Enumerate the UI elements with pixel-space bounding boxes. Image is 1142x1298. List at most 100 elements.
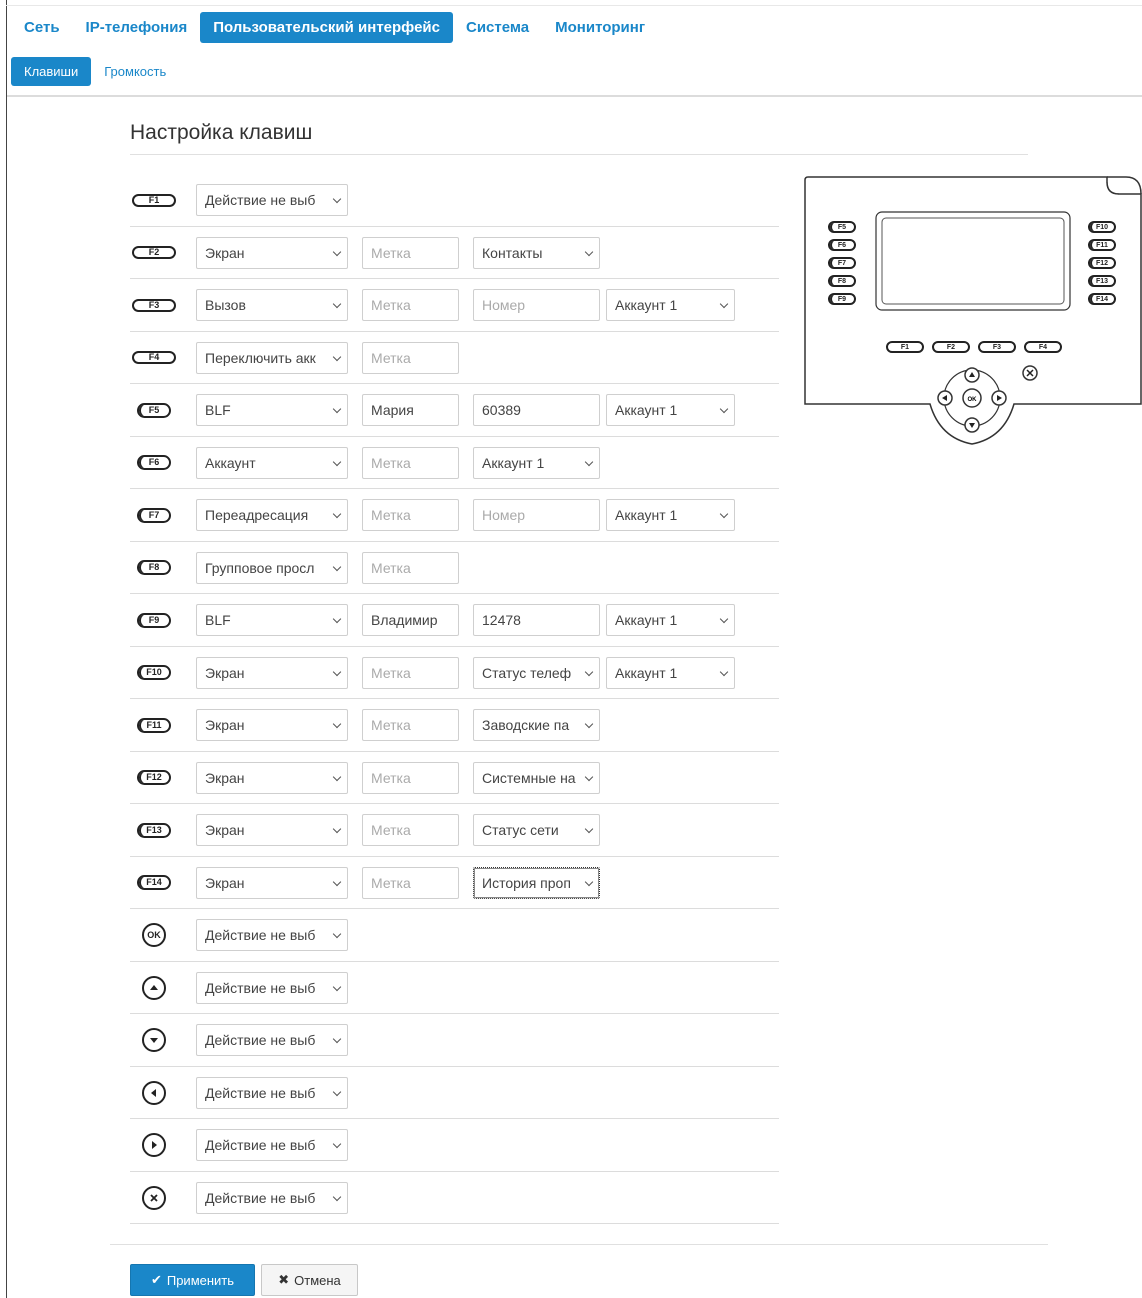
- label-input[interactable]: Метка: [362, 236, 459, 269]
- down-key-icon: [142, 1028, 166, 1052]
- apply-button[interactable]: ✔ Применить: [130, 1264, 255, 1296]
- action-select[interactable]: BLF: [196, 394, 348, 426]
- f2-key-icon: F2: [132, 246, 176, 259]
- key-row-right: Действие не выб: [130, 1119, 779, 1172]
- action-select[interactable]: Действие не выб: [196, 1024, 348, 1056]
- action-select[interactable]: Экран: [196, 866, 348, 899]
- action-select[interactable]: Аккаунт: [196, 446, 348, 479]
- label-input[interactable]: Метка: [362, 866, 459, 899]
- action-select[interactable]: BLF: [196, 604, 348, 636]
- key-row-up: Действие не выб: [130, 962, 779, 1014]
- f1-key-icon: F1: [132, 193, 176, 207]
- svg-text:OK: OK: [968, 397, 978, 403]
- f9-key-icon: F9: [137, 612, 171, 628]
- label-input[interactable]: Метка: [362, 499, 459, 531]
- key-row-f4: F4 Переключить акк Метка: [130, 332, 779, 384]
- action-select[interactable]: Вызов: [196, 289, 348, 321]
- parameter-select[interactable]: Статус сети: [473, 814, 600, 846]
- device-f12-icon: F12: [1088, 257, 1116, 269]
- tab-ip-telephony[interactable]: IP-телефония: [73, 12, 201, 43]
- key-row-f14: F14 Экран Метка История проп: [130, 857, 779, 909]
- parameter-select[interactable]: Системные на: [473, 761, 600, 794]
- device-f2-icon: F2: [932, 341, 970, 353]
- parameter-select[interactable]: Заводские па: [473, 709, 600, 741]
- account-select[interactable]: Аккаунт 1: [606, 499, 735, 531]
- subtab-keys[interactable]: Клавиши: [11, 57, 92, 86]
- parameter-select[interactable]: Аккаунт 1: [473, 446, 600, 479]
- phone-diagram: OK F5 F6 F7 F8 F9 F10 F11 F12 F13 F14 F1…: [804, 176, 1142, 446]
- action-select[interactable]: Действие не выб: [196, 1076, 348, 1109]
- number-input[interactable]: Номер: [473, 289, 600, 321]
- tab-user-interface[interactable]: Пользовательский интерфейс: [200, 12, 453, 43]
- device-f6-icon: F6: [828, 239, 856, 251]
- action-select[interactable]: Экран: [196, 761, 348, 794]
- action-select[interactable]: Действие не выб: [196, 184, 348, 216]
- label-input[interactable]: Метка: [362, 814, 459, 846]
- f7-key-icon: F7: [137, 507, 171, 523]
- action-select[interactable]: Действие не выб: [196, 1129, 348, 1161]
- cancel-button[interactable]: ✖ Отмена: [261, 1264, 358, 1296]
- key-row-f9: F9 BLF Владимир 12478 Аккаунт 1: [130, 594, 779, 647]
- device-bottom-keys: F1 F2 F3 F4: [886, 341, 1062, 353]
- number-input[interactable]: Номер: [473, 499, 600, 531]
- label-input[interactable]: Метка: [362, 656, 459, 689]
- f13-key-icon: F13: [137, 822, 171, 838]
- action-select[interactable]: Действие не выб: [196, 971, 348, 1004]
- tab-monitoring[interactable]: Мониторинг: [542, 12, 658, 43]
- key-row-f2: F2 Экран Метка Контакты: [130, 227, 779, 279]
- label-input[interactable]: Владимир: [362, 604, 459, 636]
- tab-network[interactable]: Сеть: [11, 12, 73, 43]
- account-select[interactable]: Аккаунт 1: [606, 656, 735, 689]
- device-f7-icon: F7: [828, 257, 856, 269]
- action-select[interactable]: Действие не выб: [196, 919, 348, 951]
- check-icon: ✔: [150, 1272, 162, 1287]
- key-row-f12: F12 Экран Метка Системные на: [130, 752, 779, 804]
- action-select[interactable]: Экран: [196, 656, 348, 689]
- label-input[interactable]: Метка: [362, 761, 459, 794]
- device-left-keys: F5 F6 F7 F8 F9: [828, 221, 856, 305]
- f12-key-icon: F12: [137, 770, 171, 785]
- key-row-f8: F8 Групповое просл Метка: [130, 542, 779, 594]
- key-row-ok: OK Действие не выб: [130, 909, 779, 962]
- apply-button-label: Применить: [166, 1272, 235, 1288]
- key-row-left: Действие не выб: [130, 1067, 779, 1119]
- action-select[interactable]: Переключить акк: [196, 341, 348, 374]
- account-select[interactable]: Аккаунт 1: [606, 394, 735, 426]
- cancel-button-label: Отмена: [294, 1272, 341, 1288]
- action-select[interactable]: Переадресация: [196, 499, 348, 531]
- page-title: Настройка клавиш: [130, 121, 313, 144]
- account-select[interactable]: Аккаунт 1: [606, 604, 735, 636]
- tab-system[interactable]: Система: [453, 12, 542, 43]
- cross-icon: ✖: [278, 1272, 290, 1287]
- label-input[interactable]: Метка: [362, 289, 459, 321]
- parameter-select[interactable]: История проп: [473, 866, 600, 899]
- label-input[interactable]: Мария: [362, 394, 459, 426]
- label-input[interactable]: Метка: [362, 709, 459, 741]
- device-f11-icon: F11: [1088, 239, 1116, 251]
- number-input[interactable]: 12478: [473, 604, 600, 636]
- footer-divider: [110, 1244, 1048, 1245]
- label-input[interactable]: Метка: [362, 341, 459, 374]
- action-select[interactable]: Действие не выб: [196, 1181, 348, 1214]
- parameter-select[interactable]: Статус телеф: [473, 656, 600, 689]
- action-select[interactable]: Экран: [196, 236, 348, 269]
- f8-key-icon: F8: [137, 560, 171, 575]
- action-select[interactable]: Экран: [196, 709, 348, 741]
- label-input[interactable]: Метка: [362, 551, 459, 584]
- label-input[interactable]: Метка: [362, 446, 459, 479]
- action-select[interactable]: Экран: [196, 814, 348, 846]
- subtab-volume[interactable]: Громкость: [91, 57, 179, 86]
- f3-key-icon: F3: [132, 298, 176, 312]
- key-settings-list: F1 Действие не выб F2 Экран Метка Контак…: [130, 174, 779, 1224]
- key-row-f7: F7 Переадресация Метка Номер Аккаунт 1: [130, 489, 779, 542]
- account-select[interactable]: Аккаунт 1: [606, 289, 735, 321]
- device-f13-icon: F13: [1088, 275, 1116, 287]
- parameter-select[interactable]: Контакты: [473, 236, 600, 269]
- device-f4-icon: F4: [1024, 341, 1062, 353]
- number-input[interactable]: 60389: [473, 394, 600, 426]
- device-f3-icon: F3: [978, 341, 1016, 353]
- action-select[interactable]: Групповое просл: [196, 551, 348, 584]
- cancel-key-icon: [142, 1185, 166, 1210]
- f10-key-icon: F10: [137, 665, 171, 680]
- key-row-f3: F3 Вызов Метка Номер Аккаунт 1: [130, 279, 779, 332]
